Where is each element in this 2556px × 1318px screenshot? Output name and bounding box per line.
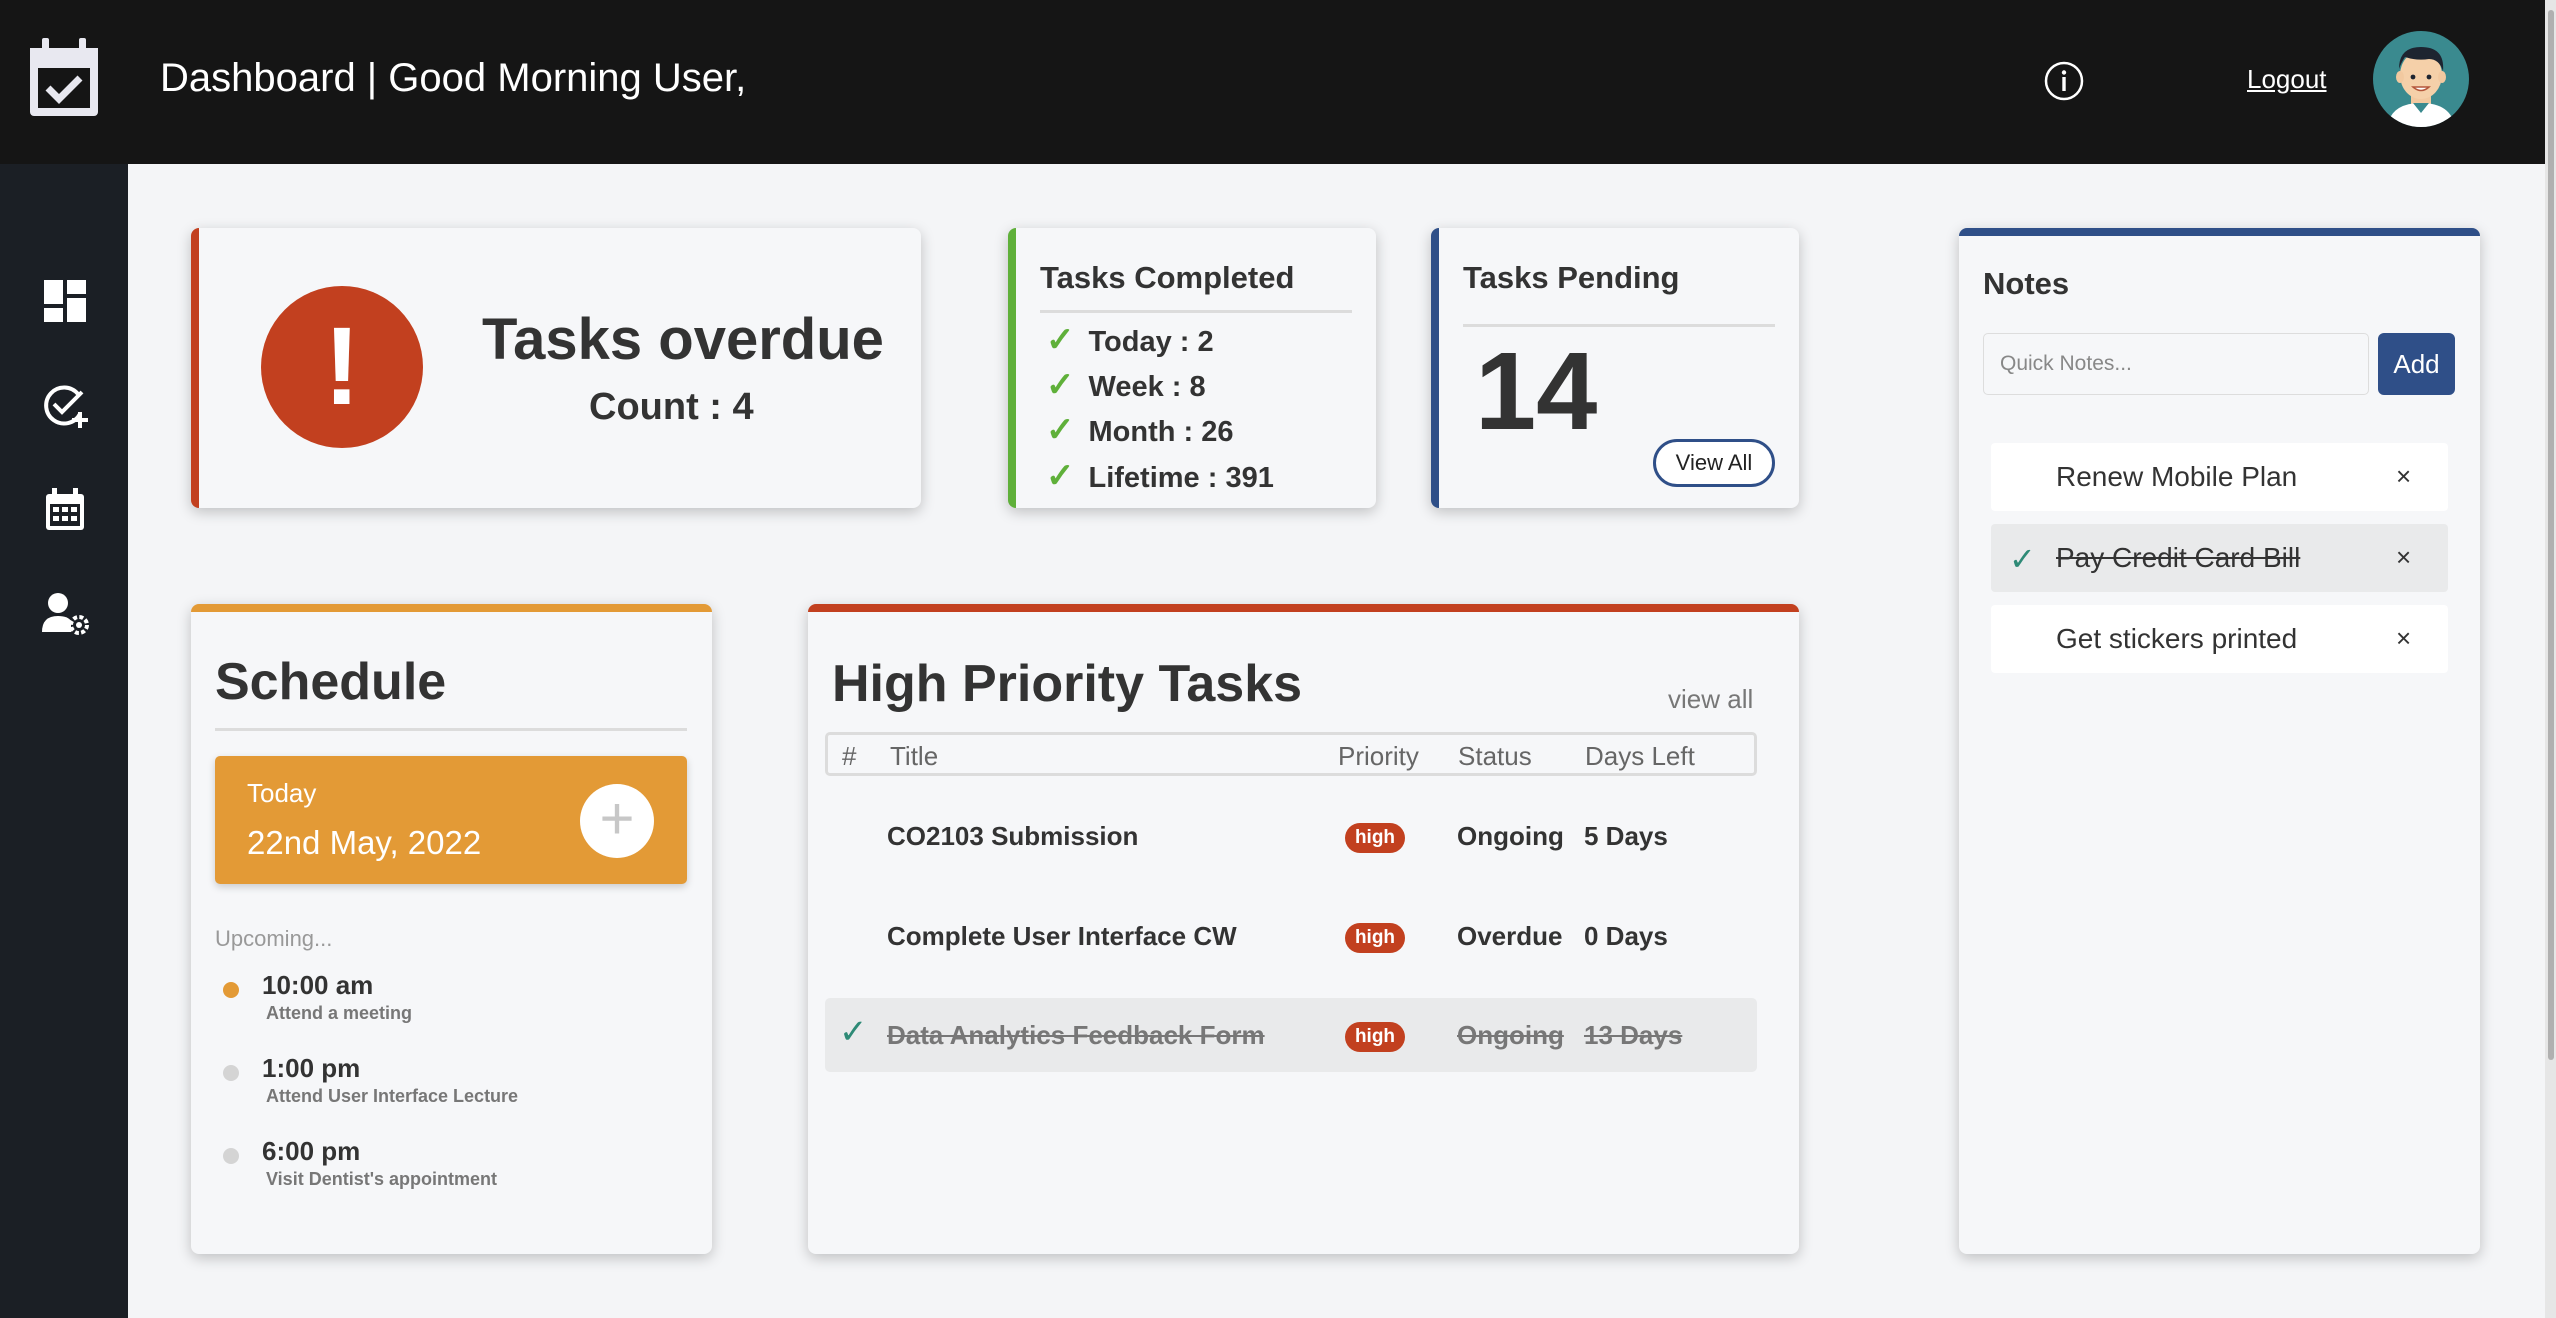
today-date: 22nd May, 2022 [247, 824, 482, 861]
high-priority-title: High Priority Tasks [832, 655, 1303, 713]
event-time: 6:00 pm [262, 1136, 361, 1166]
upcoming-label: Upcoming... [215, 926, 333, 951]
remove-note-icon[interactable]: × [2396, 542, 2411, 573]
notes-title: Notes [1983, 266, 2070, 301]
user-avatar[interactable] [2373, 31, 2469, 127]
task-days-left: 5 Days [1584, 821, 1668, 851]
checkmark-icon: ✓ [1046, 366, 1075, 404]
column-header-title: Title [890, 741, 939, 771]
schedule-event[interactable]: 6:00 pm Visit Dentist's appointment [215, 1136, 675, 1196]
event-time: 1:00 pm [262, 1053, 361, 1083]
top-header: Dashboard | Good Morning User, Logout [0, 0, 2545, 164]
completed-divider [1040, 310, 1352, 313]
add-event-button[interactable]: + [580, 784, 654, 858]
priority-badge: high [1345, 923, 1405, 953]
column-header-priority: Priority [1338, 741, 1419, 771]
task-title: Complete User Interface CW [887, 921, 1237, 951]
add-note-button[interactable]: Add [2378, 333, 2455, 395]
checkmark-icon: ✓ [1046, 321, 1075, 359]
dashboard-grid-icon[interactable] [40, 276, 90, 326]
note-text: Get stickers printed [2056, 623, 2298, 654]
pending-title: Tasks Pending [1463, 260, 1680, 295]
quick-notes-input[interactable]: Quick Notes... [1983, 333, 2369, 395]
alert-icon: ! [261, 286, 423, 448]
schedule-event[interactable]: 1:00 pm Attend User Interface Lecture [215, 1053, 675, 1113]
today-label: Today [247, 778, 317, 808]
tasks-pending-card: Tasks Pending 14 View All [1431, 228, 1799, 508]
today-panel: Today 22nd May, 2022 + [215, 756, 687, 884]
column-header-days-left: Days Left [1585, 741, 1695, 771]
task-days-left: 0 Days [1584, 921, 1668, 951]
note-item[interactable]: Renew Mobile Plan × [1991, 443, 2448, 511]
notes-card: Notes Quick Notes... Add Renew Mobile Pl… [1959, 228, 2480, 1254]
priority-badge: high [1345, 823, 1405, 853]
add-task-icon[interactable] [40, 380, 90, 430]
overdue-title: Tasks overdue [482, 307, 884, 372]
stat-today: ✓ Today : 2 [1046, 321, 1214, 359]
info-icon[interactable] [2043, 60, 2085, 102]
calendar-icon[interactable] [40, 484, 90, 534]
task-days-left: 13 Days [1584, 1020, 1683, 1050]
note-text: Pay Credit Card Bill [2056, 542, 2301, 573]
schedule-title: Schedule [215, 653, 447, 711]
schedule-divider [215, 728, 687, 731]
scrollbar-thumb[interactable] [2548, 10, 2554, 1060]
checkmark-icon: ✓ [1046, 457, 1075, 495]
task-status: Ongoing [1457, 1020, 1564, 1050]
completed-title: Tasks Completed [1040, 260, 1295, 295]
task-status: Ongoing [1457, 821, 1564, 851]
task-status: Overdue [1457, 921, 1563, 951]
high-priority-card: High Priority Tasks view all # Title Pri… [808, 604, 1799, 1254]
page-title: Dashboard | Good Morning User, [160, 56, 747, 100]
event-dot-icon [223, 1065, 239, 1081]
calendar-check-icon[interactable] [26, 36, 102, 120]
schedule-event[interactable]: 10:00 am Attend a meeting [215, 970, 675, 1030]
event-dot-icon [223, 1148, 239, 1164]
remove-note-icon[interactable]: × [2396, 461, 2411, 492]
note-text: Renew Mobile Plan [2056, 461, 2298, 492]
event-description: Visit Dentist's appointment [266, 1169, 497, 1189]
tasks-overdue-card[interactable]: ! Tasks overdue Count : 4 [191, 228, 921, 508]
pending-divider [1463, 324, 1775, 327]
event-time: 10:00 am [262, 970, 374, 1000]
checkmark-icon: ✓ [839, 1013, 868, 1051]
checkmark-icon: ✓ [2009, 541, 2036, 577]
column-header-status: Status [1458, 741, 1532, 771]
task-title: Data Analytics Feedback Form [887, 1020, 1265, 1050]
schedule-card: Schedule Today 22nd May, 2022 + Upcoming… [191, 604, 712, 1254]
sidebar [0, 164, 128, 1318]
column-header-number: # [842, 741, 857, 771]
event-description: Attend User Interface Lecture [266, 1086, 519, 1106]
user-settings-icon[interactable] [40, 588, 90, 638]
table-row[interactable]: CO2103 Submission high Ongoing 5 Days [825, 799, 1757, 873]
event-dot-icon [223, 982, 239, 998]
logout-link[interactable]: Logout [2247, 64, 2327, 95]
overdue-count: Count : 4 [589, 386, 754, 428]
tasks-completed-card: Tasks Completed ✓ Today : 2 ✓ Week : 8 ✓ Mo… [1008, 228, 1376, 508]
pending-count: 14 [1475, 330, 1598, 453]
note-item[interactable]: ✓ Pay Credit Card Bill × [1991, 524, 2448, 592]
priority-badge: high [1345, 1022, 1405, 1052]
stat-week: ✓ Week : 8 [1046, 366, 1206, 404]
checkmark-icon: ✓ [1046, 411, 1075, 449]
table-row[interactable]: Complete User Interface CW high Overdue … [825, 899, 1757, 973]
task-title: CO2103 Submission [887, 821, 1139, 851]
note-item[interactable]: Get stickers printed × [1991, 605, 2448, 673]
remove-note-icon[interactable]: × [2396, 623, 2411, 654]
stat-month: ✓ Month : 26 [1046, 411, 1234, 449]
table-row[interactable]: ✓ Data Analytics Feedback Form high Ongo… [825, 998, 1757, 1072]
pending-view-all-button[interactable]: View All [1653, 439, 1775, 487]
priority-view-all-link[interactable]: view all [1668, 684, 1753, 715]
stat-lifetime: ✓ Lifetime : 391 [1046, 457, 1274, 495]
table-header: # Title Priority Status Days Left [825, 732, 1757, 776]
event-description: Attend a meeting [266, 1003, 413, 1023]
